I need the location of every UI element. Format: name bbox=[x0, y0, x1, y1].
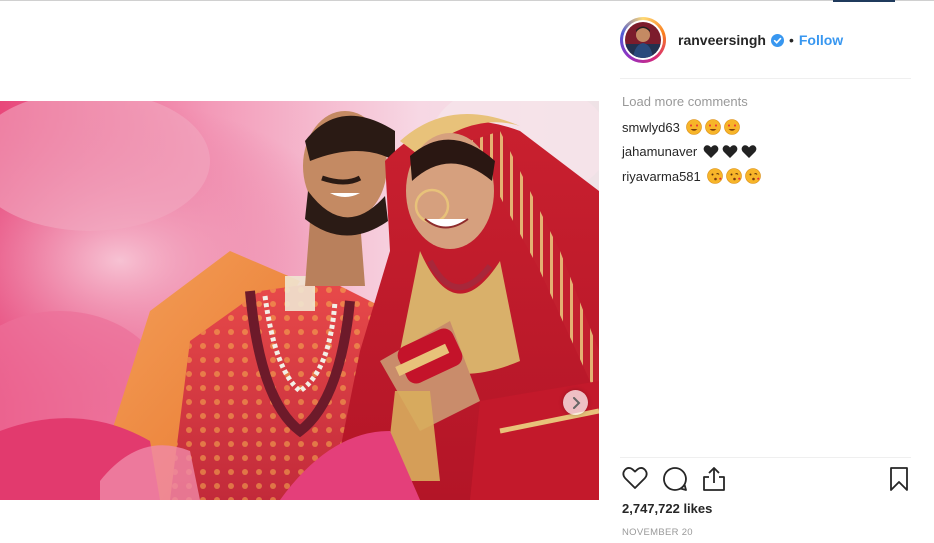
kissing-face-icon bbox=[744, 168, 761, 184]
bookmark-icon[interactable] bbox=[888, 466, 910, 497]
verified-badge-icon bbox=[770, 33, 784, 47]
comment-username[interactable]: smwlyd63 bbox=[622, 120, 680, 135]
post-actions-bar bbox=[622, 466, 912, 494]
load-more-comments-link[interactable]: Load more comments bbox=[622, 94, 748, 109]
instagram-post-page: ranveersingh • Follow Load more comments… bbox=[0, 0, 934, 543]
author-username[interactable]: ranveersingh bbox=[678, 32, 766, 48]
comment-item: riyavarma581 bbox=[622, 168, 764, 184]
heart-eyes-face-icon bbox=[704, 119, 721, 135]
separator-dot: • bbox=[788, 32, 794, 48]
post-date[interactable]: NOVEMBER 20 bbox=[622, 527, 693, 538]
header-divider bbox=[620, 78, 911, 79]
actions-divider bbox=[620, 457, 911, 458]
chevron-right-icon bbox=[571, 396, 581, 409]
comment-username[interactable]: jahamunaver bbox=[622, 144, 697, 159]
black-heart-icon bbox=[703, 144, 719, 159]
wedding-photo-image bbox=[0, 101, 599, 500]
comment-item: smwlyd63 bbox=[622, 119, 743, 135]
comment-item: jahamunaver bbox=[622, 144, 760, 159]
post-photo[interactable] bbox=[0, 101, 599, 500]
top-border bbox=[0, 0, 934, 1]
top-scroll-indicator bbox=[833, 0, 895, 2]
heart-eyes-face-icon bbox=[685, 119, 702, 135]
post-header: ranveersingh • Follow bbox=[620, 16, 910, 64]
follow-button[interactable]: Follow bbox=[799, 32, 843, 48]
black-heart-icon bbox=[722, 144, 738, 159]
black-heart-icon bbox=[741, 144, 757, 159]
kissing-face-icon bbox=[706, 168, 723, 184]
next-photo-button[interactable] bbox=[563, 390, 588, 415]
share-upload-icon[interactable] bbox=[702, 466, 726, 497]
heart-eyes-face-icon bbox=[723, 119, 740, 135]
avatar-image bbox=[625, 22, 661, 58]
heart-outline-icon[interactable] bbox=[622, 466, 648, 495]
comment-username[interactable]: riyavarma581 bbox=[622, 169, 701, 184]
comment-bubble-icon[interactable] bbox=[662, 466, 688, 497]
likes-count[interactable]: 2,747,722 likes bbox=[622, 501, 712, 516]
avatar-ring-gap bbox=[623, 20, 663, 60]
kissing-face-icon bbox=[725, 168, 742, 184]
avatar[interactable] bbox=[620, 17, 666, 63]
